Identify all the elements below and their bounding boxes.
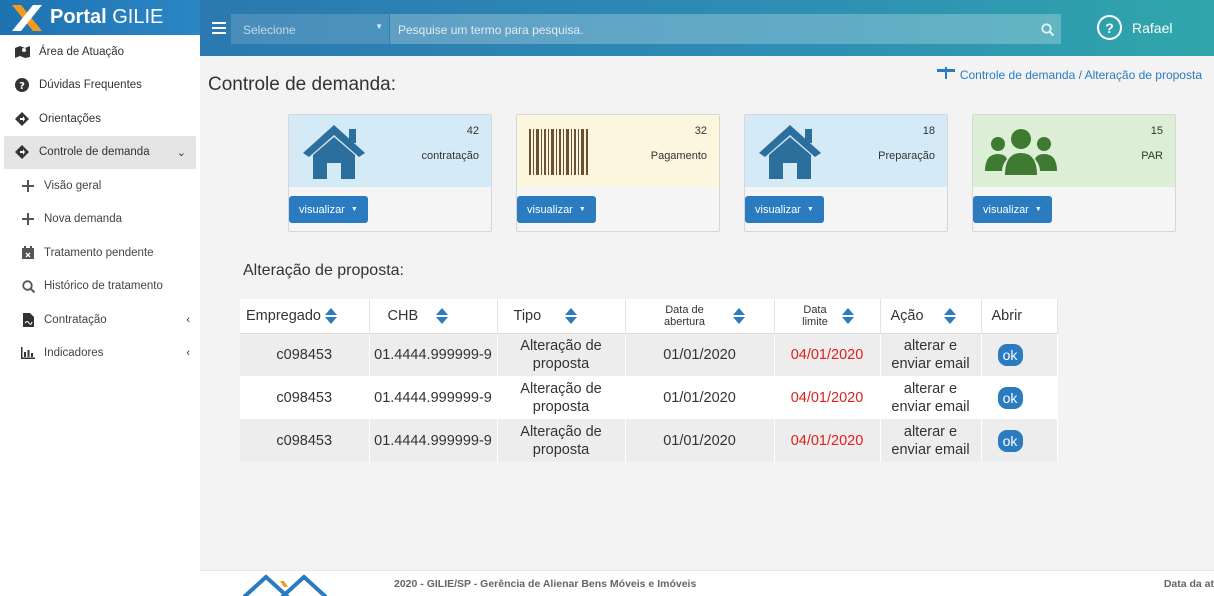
visualizar-button[interactable]: visualizar ▼ bbox=[973, 196, 1052, 223]
brand-title: Portal GILIE bbox=[50, 6, 164, 28]
card-par: 15 PAR visualizar ▼ bbox=[972, 114, 1176, 232]
sidebar-item-label: Visão geral bbox=[44, 179, 102, 192]
table-row: c098453 01.4444.999999-9 Alteração de pr… bbox=[240, 376, 1058, 419]
sidebar-item-label: Controle de demanda bbox=[39, 146, 150, 159]
sidebar-item-tratamento-pendente[interactable]: Tratamento pendente bbox=[0, 236, 200, 270]
page-title: Controle de demanda: bbox=[208, 74, 397, 95]
column-header-acao[interactable]: Ação bbox=[880, 299, 982, 334]
sidebar-item-label: Indicadores bbox=[44, 347, 104, 360]
house-icon bbox=[301, 123, 367, 184]
users-icon bbox=[985, 123, 1057, 180]
footer-update-date: Data da at bbox=[1163, 578, 1214, 590]
table-row: c098453 01.4444.999999-9 Alteração de pr… bbox=[240, 419, 1058, 462]
hamburger-menu-icon[interactable] bbox=[212, 22, 226, 34]
visualizar-button[interactable]: visualizar ▼ bbox=[745, 196, 824, 223]
sidebar-item-label: Contratação bbox=[44, 313, 107, 326]
question-circle-icon: ? bbox=[14, 77, 30, 93]
sort-icon[interactable] bbox=[842, 307, 854, 325]
sort-icon[interactable] bbox=[436, 307, 449, 325]
sort-icon[interactable] bbox=[943, 307, 956, 325]
directions-icon bbox=[14, 144, 30, 160]
caixa-x-logo-icon bbox=[10, 3, 44, 33]
map-icon bbox=[14, 44, 30, 60]
sidebar-item-label: Orientações bbox=[39, 112, 102, 125]
sort-icon[interactable] bbox=[324, 307, 337, 325]
visualizar-button[interactable]: visualizar ▼ bbox=[289, 196, 368, 223]
sidebar-item-nova-demanda[interactable]: Nova demanda bbox=[0, 203, 200, 237]
search-input[interactable]: Pesquise um termo para pesquisa. bbox=[390, 14, 1061, 44]
plus-icon bbox=[20, 211, 36, 227]
ok-button[interactable]: ok bbox=[997, 429, 1023, 452]
user-name[interactable]: Rafael bbox=[1132, 20, 1172, 36]
card-preparacao: 18 Preparação visualizar ▼ bbox=[744, 114, 948, 232]
plus-icon bbox=[20, 178, 36, 194]
card-contratacao: 42 contratação visualizar ▼ bbox=[288, 114, 492, 232]
sidebar-item-label: Histórico de tratamento bbox=[44, 280, 163, 293]
sidebar-item-label: Dúvidas Frequentes bbox=[39, 79, 142, 92]
sidebar-item-visao-geral[interactable]: Visão geral bbox=[0, 169, 200, 203]
sidebar-item-indicadores[interactable]: Indicadores ‹ bbox=[0, 337, 200, 371]
card-pagamento: 32 Pagamento visualizar ▼ bbox=[516, 114, 720, 232]
column-header-data-abertura[interactable]: Data de abertura bbox=[625, 299, 775, 334]
sidebar-item-area-atuacao[interactable]: Área de Atuação bbox=[0, 35, 200, 69]
calendar-x-icon bbox=[20, 245, 36, 261]
chevron-left-icon: ‹ bbox=[186, 313, 190, 326]
visualizar-button[interactable]: visualizar ▼ bbox=[517, 196, 596, 223]
footer: 2020 - GILIE/SP - Gerência de Alienar Be… bbox=[200, 570, 1214, 596]
sidebar-item-orientacoes[interactable]: Orientações bbox=[0, 102, 200, 136]
bar-chart-icon bbox=[20, 345, 36, 361]
breadcrumb[interactable]: Controle de demanda / Alteração de propo… bbox=[936, 67, 1202, 82]
help-icon[interactable]: ? bbox=[1097, 15, 1122, 40]
table-row: c098453 01.4444.999999-9 Alteração de pr… bbox=[240, 333, 1058, 376]
column-header-tipo[interactable]: Tipo bbox=[497, 299, 626, 334]
column-header-chb[interactable]: CHB bbox=[369, 299, 498, 334]
section-title: Alteração de proposta: bbox=[243, 262, 404, 279]
sidebar-item-controle-demanda[interactable]: Controle de demanda ⌄ bbox=[4, 135, 196, 169]
proposals-table: Empregado CHB Tipo Data de abertura Data… bbox=[240, 299, 1058, 462]
column-header-abrir: Abrir bbox=[981, 299, 1058, 334]
sidebar-item-contratacao[interactable]: Contratação ‹ bbox=[0, 303, 200, 337]
sidebar-item-label: Nova demanda bbox=[44, 213, 122, 226]
sidebar-item-label: Área de Atuação bbox=[39, 45, 125, 58]
signpost-icon bbox=[936, 67, 955, 82]
sidebar: Portal GILIE Área de Atuação ? Dúvidas F… bbox=[0, 0, 200, 596]
footer-copyright: 2020 - GILIE/SP - Gerência de Alienar Be… bbox=[394, 578, 697, 590]
brand-header[interactable]: Portal GILIE bbox=[0, 0, 200, 35]
search-dollar-icon bbox=[20, 278, 36, 294]
top-navbar: Selecione ▼ Pesquise um termo para pesqu… bbox=[200, 0, 1214, 56]
chevron-down-icon: ⌄ bbox=[176, 146, 186, 159]
file-signature-icon bbox=[20, 312, 36, 328]
column-header-empregado[interactable]: Empregado bbox=[240, 299, 370, 334]
barcode-icon bbox=[529, 123, 589, 180]
sort-icon[interactable] bbox=[565, 307, 578, 325]
sidebar-item-historico[interactable]: Histórico de tratamento bbox=[0, 270, 200, 304]
svg-text:?: ? bbox=[19, 81, 25, 92]
category-select[interactable]: Selecione ▼ bbox=[231, 14, 389, 44]
column-header-data-limite[interactable]: Data limite bbox=[774, 299, 881, 334]
ok-button[interactable]: ok bbox=[997, 386, 1023, 409]
sidebar-menu: Área de Atuação ? Dúvidas Frequentes Ori… bbox=[0, 35, 200, 370]
sidebar-item-label: Tratamento pendente bbox=[44, 246, 154, 259]
ok-button[interactable]: ok bbox=[997, 343, 1023, 366]
chevron-left-icon: ‹ bbox=[186, 347, 190, 360]
search-icon[interactable] bbox=[1033, 14, 1061, 44]
sort-icon[interactable] bbox=[732, 307, 745, 325]
directions-icon bbox=[14, 111, 30, 127]
sidebar-item-duvidas[interactable]: ? Dúvidas Frequentes bbox=[0, 69, 200, 103]
gilie-logo-icon bbox=[242, 571, 332, 596]
house-icon bbox=[757, 123, 823, 184]
caret-down-icon: ▼ bbox=[375, 22, 383, 31]
